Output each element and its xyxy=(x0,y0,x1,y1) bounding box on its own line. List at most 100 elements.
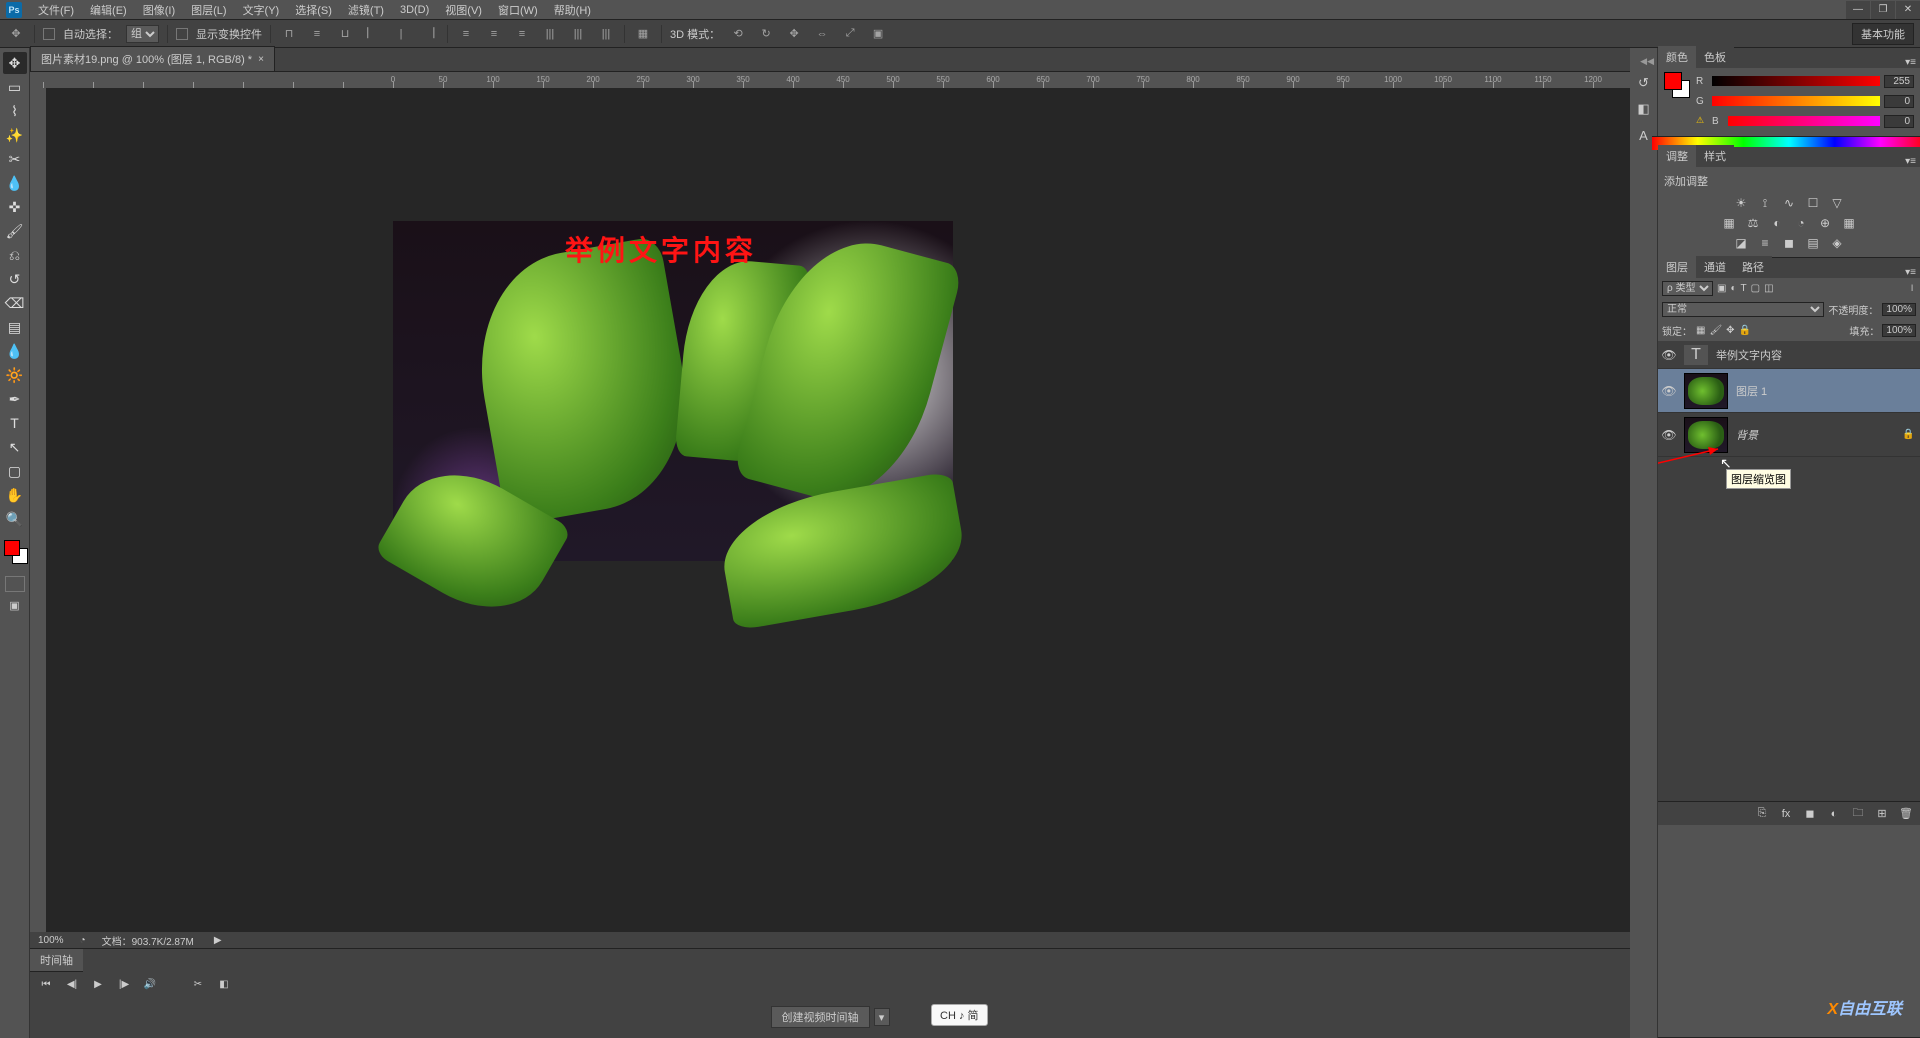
layer-mask-icon[interactable]: ◼ xyxy=(1802,806,1818,822)
layer-thumbnail[interactable] xyxy=(1684,417,1728,453)
colorlookup-adjust-icon[interactable]: ▦ xyxy=(1840,215,1858,231)
screen-mode-toggle[interactable]: ▣ xyxy=(5,598,25,612)
g-slider[interactable] xyxy=(1712,96,1880,106)
panel-collapse-icon[interactable]: ◀◀ xyxy=(1640,56,1657,67)
history-panel-icon[interactable]: ↺ xyxy=(1634,73,1654,93)
zoom-readout[interactable]: 100% xyxy=(38,935,64,946)
tab-paths[interactable]: 路径 xyxy=(1734,256,1772,278)
dodge-tool[interactable]: 🔆 xyxy=(3,364,27,386)
timeline-transition-button[interactable]: ◧ xyxy=(216,976,232,992)
b-slider[interactable] xyxy=(1728,116,1880,126)
auto-select-dropdown[interactable]: 组 xyxy=(126,25,159,43)
colorbalance-adjust-icon[interactable]: ⚖ xyxy=(1744,215,1762,231)
gamut-warning-icon[interactable]: ⚠ xyxy=(1696,115,1708,127)
lock-position-icon[interactable]: ✥ xyxy=(1726,325,1734,336)
menu-view[interactable]: 视图(V) xyxy=(437,2,490,18)
status-flyout-icon[interactable]: ▶ xyxy=(214,935,222,946)
r-slider[interactable] xyxy=(1712,76,1880,86)
workspace-switcher[interactable]: 基本功能 xyxy=(1852,23,1914,45)
align-right-icon[interactable]: ⎹ xyxy=(419,24,439,44)
lock-transparency-icon[interactable]: ▦ xyxy=(1696,325,1705,336)
type-tool[interactable]: T xyxy=(3,412,27,434)
healing-brush-tool[interactable]: ✜ xyxy=(3,196,27,218)
tab-swatches[interactable]: 色板 xyxy=(1696,46,1734,68)
menu-image[interactable]: 图像(I) xyxy=(135,2,183,18)
vibrance-adjust-icon[interactable]: ▽ xyxy=(1828,195,1846,211)
lasso-tool[interactable]: ⌇ xyxy=(3,100,27,122)
pen-tool[interactable]: ✒ xyxy=(3,388,27,410)
tab-styles[interactable]: 样式 xyxy=(1696,145,1734,167)
link-layers-icon[interactable]: ⎘ xyxy=(1754,806,1770,822)
layer-visibility-icon[interactable]: 👁 xyxy=(1658,384,1680,398)
blackwhite-adjust-icon[interactable]: ◐ xyxy=(1768,215,1786,231)
canvas[interactable]: 举例文字内容 xyxy=(46,88,1630,932)
menu-window[interactable]: 窗口(W) xyxy=(490,2,546,18)
foreground-swatch[interactable] xyxy=(4,540,20,556)
layer-thumbnail[interactable] xyxy=(1684,373,1728,409)
color-fg-swatch[interactable] xyxy=(1664,72,1682,90)
align-bottom-icon[interactable]: ⊔ xyxy=(335,24,355,44)
create-video-timeline-button[interactable]: 创建视频时间轴 xyxy=(771,1006,870,1028)
eyedropper-tool[interactable]: 💧 xyxy=(3,172,27,194)
menu-select[interactable]: 选择(S) xyxy=(287,2,340,18)
timeline-play-button[interactable]: ▶ xyxy=(90,976,106,992)
filter-type-icon[interactable]: T xyxy=(1741,283,1747,294)
timeline-split-button[interactable]: ✂ xyxy=(190,976,206,992)
layer-name[interactable]: 背景 xyxy=(1732,427,1902,443)
distribute-hcenter-icon[interactable]: ||| xyxy=(568,24,588,44)
posterize-adjust-icon[interactable]: ≡ xyxy=(1756,235,1774,251)
blend-mode-dropdown[interactable]: 正常 xyxy=(1662,302,1824,317)
character-panel-icon[interactable]: A xyxy=(1634,125,1654,145)
auto-align-icon[interactable]: ▦ xyxy=(633,24,653,44)
menu-file[interactable]: 文件(F) xyxy=(30,2,82,18)
layer-visibility-icon[interactable]: 👁 xyxy=(1658,348,1680,362)
delete-layer-icon[interactable]: 🗑 xyxy=(1898,806,1914,822)
filter-shape-icon[interactable]: ▢ xyxy=(1751,283,1760,294)
threshold-adjust-icon[interactable]: ◼ xyxy=(1780,235,1798,251)
layer-row[interactable]: 👁 图层 1 xyxy=(1658,369,1920,413)
menu-help[interactable]: 帮助(H) xyxy=(546,2,599,18)
magic-wand-tool[interactable]: ✨ xyxy=(3,124,27,146)
color-swatches[interactable] xyxy=(2,538,28,568)
align-vcenter-icon[interactable]: ≡ xyxy=(307,24,327,44)
menu-edit[interactable]: 编辑(E) xyxy=(82,2,135,18)
selectivecolor-adjust-icon[interactable]: ◈ xyxy=(1828,235,1846,251)
create-timeline-dropdown[interactable]: ▾ xyxy=(874,1008,890,1026)
layers-panel-menu-icon[interactable]: ▾≡ xyxy=(1901,267,1920,278)
window-maximize-button[interactable]: ❐ xyxy=(1871,1,1895,19)
gradientmap-adjust-icon[interactable]: ▤ xyxy=(1804,235,1822,251)
levels-adjust-icon[interactable]: ⟟ xyxy=(1756,195,1774,211)
timeline-tab[interactable]: 时间轴 xyxy=(30,949,83,972)
close-tab-icon[interactable]: × xyxy=(258,54,264,65)
new-layer-icon[interactable]: ⊞ xyxy=(1874,806,1890,822)
quick-mask-toggle[interactable] xyxy=(5,576,25,592)
auto-select-checkbox[interactable] xyxy=(43,28,55,40)
zoom-tool[interactable]: 🔍 xyxy=(3,508,27,530)
ruler-vertical[interactable] xyxy=(30,88,46,932)
color-panel-swatches[interactable] xyxy=(1664,72,1692,100)
lock-pixels-icon[interactable]: 🖌 xyxy=(1709,325,1722,336)
align-left-icon[interactable]: ⎸ xyxy=(363,24,383,44)
type-layer-thumb-icon[interactable]: T xyxy=(1684,345,1708,365)
g-value[interactable]: 0 xyxy=(1884,95,1914,108)
hand-tool[interactable]: ✋ xyxy=(3,484,27,506)
timeline-next-frame-button[interactable]: |▶ xyxy=(116,976,132,992)
align-hcenter-icon[interactable]: | xyxy=(391,24,411,44)
filter-adjust-icon[interactable]: ◐ xyxy=(1730,283,1736,294)
history-brush-tool[interactable]: ↺ xyxy=(3,268,27,290)
3d-camera-icon[interactable]: ▣ xyxy=(868,24,888,44)
exposure-adjust-icon[interactable]: ☐ xyxy=(1804,195,1822,211)
b-value[interactable]: 0 xyxy=(1884,115,1914,128)
group-icon[interactable]: 🗀 xyxy=(1850,806,1866,822)
distribute-right-icon[interactable]: ||| xyxy=(596,24,616,44)
distribute-top-icon[interactable]: ≡ xyxy=(456,24,476,44)
filter-pixel-icon[interactable]: ▣ xyxy=(1717,283,1726,294)
curves-adjust-icon[interactable]: ∿ xyxy=(1780,195,1798,211)
3d-pan-icon[interactable]: ✥ xyxy=(784,24,804,44)
distribute-bottom-icon[interactable]: ≡ xyxy=(512,24,532,44)
move-tool-icon[interactable]: ✥ xyxy=(6,24,26,44)
brightness-adjust-icon[interactable]: ☀ xyxy=(1732,195,1750,211)
menu-layer[interactable]: 图层(L) xyxy=(183,2,234,18)
window-close-button[interactable]: ✕ xyxy=(1896,1,1920,19)
filter-smart-icon[interactable]: ◫ xyxy=(1764,283,1773,294)
